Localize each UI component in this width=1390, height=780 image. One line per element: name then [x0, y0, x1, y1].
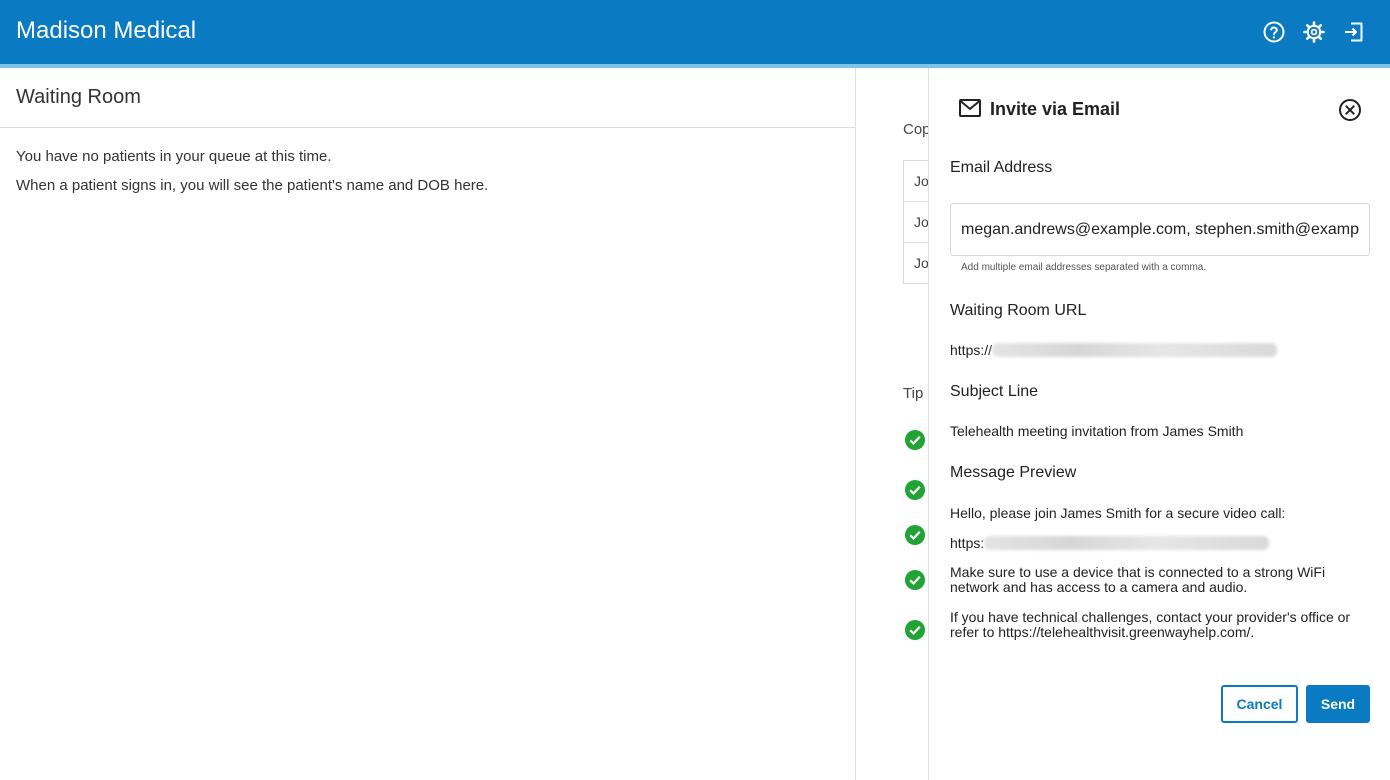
close-icon[interactable] [1338, 98, 1362, 122]
help-icon[interactable] [1262, 20, 1286, 44]
side-info-panel: Cop Jo Jo Jo Tip [856, 68, 928, 780]
message-preview-label: Message Preview [950, 464, 1077, 481]
divider [0, 127, 856, 128]
check-circle-icon [905, 430, 925, 450]
check-circle-icon [905, 480, 925, 500]
check-circle-icon [905, 620, 925, 640]
message-preview-support: If you have technical challenges, contac… [950, 609, 1351, 640]
redacted-url [992, 343, 1278, 357]
waiting-room-url: https:// [950, 342, 1278, 358]
send-button[interactable]: Send [1306, 685, 1370, 723]
email-hint: Add multiple email addresses separated w… [961, 262, 1207, 273]
gear-icon[interactable] [1302, 20, 1326, 44]
message-preview-url: https: [950, 535, 1270, 551]
app-title: Madison Medical [16, 17, 197, 44]
table-row[interactable]: Jo [904, 202, 928, 243]
empty-queue-message: You have no patients in your queue at th… [16, 148, 332, 165]
message-preview-greeting: Hello, please join James Smith for a sec… [950, 505, 1286, 521]
check-circle-icon [905, 525, 925, 545]
url-prefix: https:// [950, 342, 993, 358]
page-title: Waiting Room [16, 86, 141, 108]
cancel-button[interactable]: Cancel [1221, 685, 1298, 723]
copy-label: Cop [903, 121, 928, 138]
invite-email-panel: Invite via Email Email Address Add multi… [928, 68, 1390, 780]
message-preview-device: Make sure to use a device that is connec… [950, 564, 1326, 595]
url-prefix: https: [950, 535, 985, 551]
table-row[interactable]: Jo [904, 161, 928, 202]
subject-line-value: Telehealth meeting invitation from James… [950, 423, 1244, 439]
panel-title: Invite via Email [990, 99, 1121, 119]
link-table: Jo Jo Jo [903, 160, 928, 284]
app-header: Madison Medical [0, 0, 1390, 64]
check-circle-icon [905, 570, 925, 590]
waiting-room-url-label: Waiting Room URL [950, 302, 1087, 319]
tips-label: Tip [903, 385, 924, 402]
email-address-label: Email Address [950, 159, 1053, 176]
sign-out-icon[interactable] [1342, 20, 1366, 44]
empty-queue-hint: When a patient signs in, you will see th… [16, 177, 489, 194]
table-row[interactable]: Jo [904, 243, 928, 284]
subject-line-label: Subject Line [950, 383, 1039, 400]
waiting-room-panel: Waiting Room You have no patients in you… [0, 68, 856, 780]
email-field[interactable] [950, 203, 1370, 256]
redacted-url [984, 536, 1270, 550]
envelope-icon [959, 99, 981, 117]
